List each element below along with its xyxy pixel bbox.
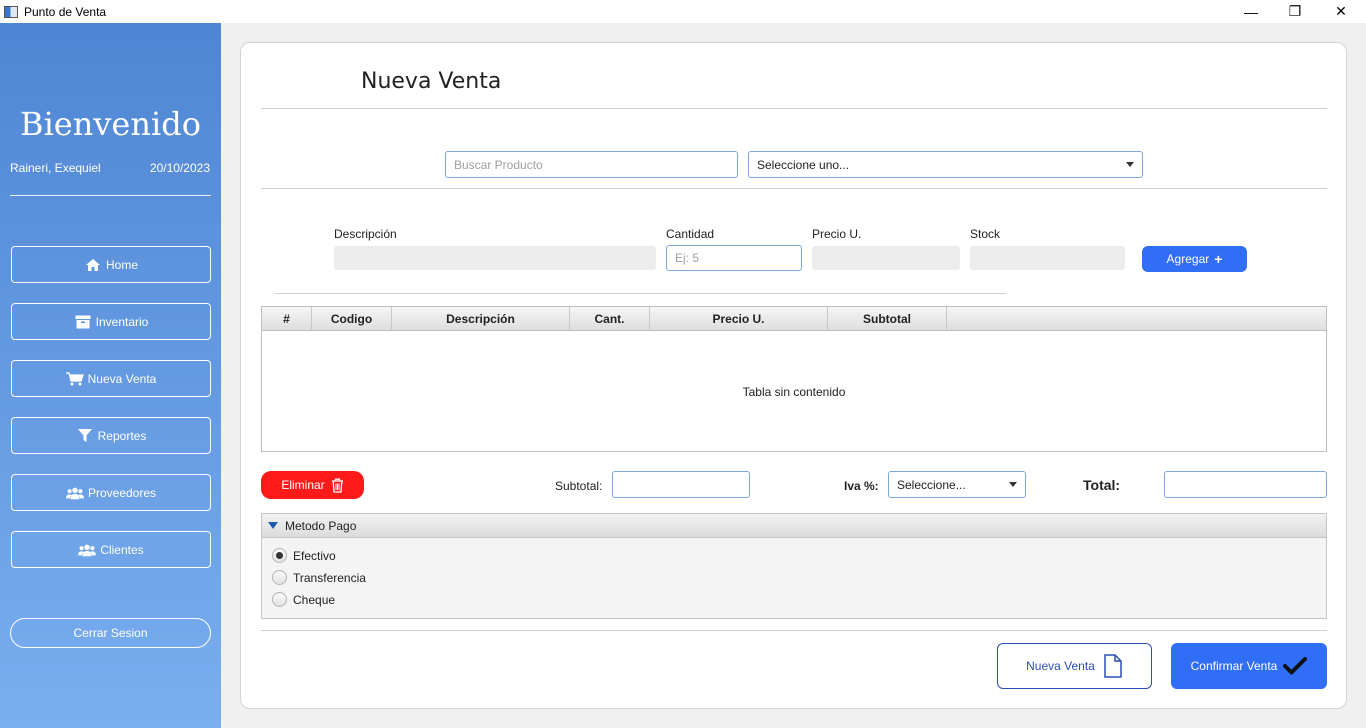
payment-method-header[interactable]: Metodo Pago: [262, 514, 1326, 538]
column-header-descripcion[interactable]: Descripción: [392, 307, 570, 331]
welcome-heading: Bienvenido: [20, 105, 201, 143]
radio-button[interactable]: [272, 592, 287, 607]
users-group-icon: [78, 542, 97, 558]
nav-clientes-label: Clientes: [100, 542, 144, 557]
column-header-cantidad[interactable]: Cant.: [570, 307, 650, 331]
sidebar-divider: [10, 195, 211, 196]
user-name: Raineri, Exequiel: [10, 161, 101, 175]
stock-field: [970, 246, 1125, 270]
column-header-subtotal[interactable]: Subtotal: [828, 307, 947, 331]
column-header-precio[interactable]: Precio U.: [650, 307, 828, 331]
search-product-input[interactable]: Buscar Producto: [445, 151, 738, 178]
nav-proveedores-label: Proveedores: [87, 485, 157, 500]
iva-select[interactable]: Seleccione...: [888, 471, 1026, 498]
radio-transferencia[interactable]: Transferencia: [272, 570, 366, 585]
chevron-down-icon: [1126, 162, 1134, 167]
cantidad-label: Cantidad: [666, 227, 715, 241]
delete-button-label: Eliminar: [281, 478, 325, 492]
chevron-down-icon: [1009, 482, 1017, 487]
window-titlebar: Punto de Venta — ❐ ✕: [0, 0, 1366, 23]
subtotal-field[interactable]: [612, 471, 750, 498]
footer-divider: [261, 630, 1327, 631]
app-icon: [4, 5, 18, 18]
radio-efectivo[interactable]: Efectivo: [272, 548, 336, 563]
add-button[interactable]: Agregar +: [1142, 246, 1247, 272]
radio-cheque-label: Cheque: [293, 592, 336, 607]
users-group-icon: [65, 485, 84, 501]
sale-items-table[interactable]: # Codigo Descripción Cant. Precio U. Sub…: [261, 306, 1327, 452]
nav-nueva-venta-label: Nueva Venta: [87, 371, 157, 386]
search-divider: [261, 188, 1327, 189]
descripcion-field: [334, 246, 656, 270]
radio-button[interactable]: [272, 570, 287, 585]
nav-inventario-button[interactable]: Inventario: [11, 303, 211, 340]
checkmark-icon: [1283, 657, 1308, 675]
iva-select-value: Seleccione...: [897, 477, 966, 492]
current-date: 20/10/2023: [149, 161, 210, 175]
plus-icon: +: [1214, 251, 1223, 267]
nav-reportes-button[interactable]: Reportes: [11, 417, 211, 454]
column-header-codigo[interactable]: Codigo: [312, 307, 392, 331]
window-title: Punto de Venta: [24, 4, 107, 19]
shopping-cart-icon: [65, 371, 84, 387]
page-title: Nueva Venta: [361, 69, 502, 94]
home-icon: [84, 257, 102, 273]
new-sale-button[interactable]: Nueva Venta: [997, 643, 1152, 689]
column-header-number[interactable]: #: [262, 307, 312, 331]
confirm-sale-button[interactable]: Confirmar Venta: [1171, 643, 1327, 689]
close-icon[interactable]: ✕: [1318, 0, 1364, 23]
nav-nueva-venta-button[interactable]: Nueva Venta: [11, 360, 211, 397]
trash-icon: [331, 478, 344, 493]
sidebar: Bienvenido Raineri, Exequiel 20/10/2023 …: [0, 23, 221, 728]
user-info: Raineri, Exequiel 20/10/2023: [10, 161, 210, 175]
nav-home-button[interactable]: Home: [11, 246, 211, 283]
iva-label: Iva %:: [844, 479, 879, 493]
stock-label: Stock: [970, 227, 1001, 241]
filter-icon: [76, 428, 94, 444]
document-icon: [1103, 654, 1123, 678]
new-sale-button-label: Nueva Venta: [1026, 659, 1095, 673]
descripcion-label: Descripción: [334, 227, 397, 241]
radio-efectivo-label: Efectivo: [293, 548, 336, 563]
logout-button[interactable]: Cerrar Sesion: [10, 618, 211, 648]
form-divider: [275, 293, 1006, 294]
subtotal-label: Subtotal:: [555, 479, 603, 493]
table-header: # Codigo Descripción Cant. Precio U. Sub…: [262, 307, 1326, 331]
precio-label: Precio U.: [812, 227, 862, 241]
payment-method-pane: Metodo Pago Efectivo Transferencia Chequ…: [261, 513, 1327, 619]
confirm-sale-button-label: Confirmar Venta: [1190, 659, 1278, 673]
payment-method-title: Metodo Pago: [285, 518, 357, 533]
product-select[interactable]: Seleccione uno...: [748, 151, 1143, 178]
cantidad-input[interactable]: Ej: 5: [666, 245, 802, 271]
main-panel: Nueva Venta Buscar Producto Seleccione u…: [240, 42, 1347, 709]
radio-transferencia-label: Transferencia: [293, 570, 366, 585]
header-divider: [261, 108, 1327, 109]
archive-box-icon: [74, 314, 92, 330]
product-select-value: Seleccione uno...: [757, 157, 850, 172]
nav-home-label: Home: [105, 257, 138, 272]
minimize-icon[interactable]: —: [1228, 0, 1274, 23]
delete-button[interactable]: Eliminar: [261, 471, 364, 499]
radio-button[interactable]: [272, 548, 287, 563]
nav-clientes-button[interactable]: Clientes: [11, 531, 211, 568]
nav-proveedores-button[interactable]: Proveedores: [11, 474, 211, 511]
nav-inventario-label: Inventario: [95, 314, 149, 329]
total-field[interactable]: [1164, 471, 1327, 498]
total-label: Total:: [1083, 477, 1121, 493]
precio-field: [812, 246, 960, 270]
radio-cheque[interactable]: Cheque: [272, 592, 335, 607]
collapse-triangle-icon: [268, 522, 278, 529]
nav-reportes-label: Reportes: [97, 428, 147, 443]
add-button-label: Agregar: [1166, 252, 1210, 266]
restore-icon[interactable]: ❐: [1272, 0, 1318, 23]
table-empty-message: Tabla sin contenido: [742, 385, 846, 399]
